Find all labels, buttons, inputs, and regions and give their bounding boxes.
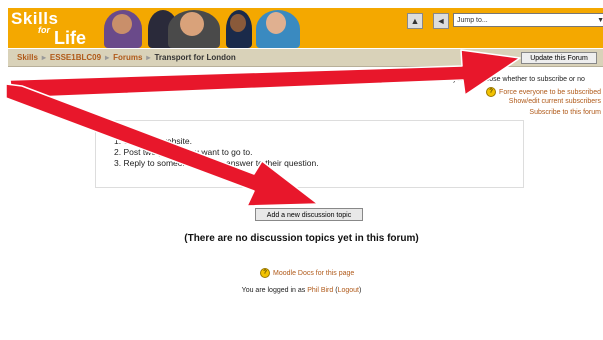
no-topics-message: (There are no discussion topics yet in t…	[184, 233, 419, 244]
instruction-item: 1. Open the website.	[114, 136, 192, 146]
user-link[interactable]: Phil Bird	[307, 287, 333, 294]
show-edit-subscribers-link[interactable]: Show/edit current subscribers	[509, 98, 601, 105]
subscribe-link[interactable]: Subscribe to this forum	[529, 109, 601, 116]
force-subscribe-label: Force everyone to be subscribed	[499, 88, 601, 96]
force-subscribe-link[interactable]: ? Force everyone to be subscribed	[486, 87, 601, 97]
chevron-down-icon: ▼	[597, 17, 603, 24]
login-prefix: You are logged in as	[241, 287, 306, 294]
subscription-info: This forum allows everyone to choose whe…	[383, 76, 585, 83]
skills-for-life-logo[interactable]: Skills for Life	[8, 8, 98, 48]
forum-intro: 1. Open the website. 2. Post two places …	[95, 120, 524, 188]
login-info: You are logged in as Phil Bird (Logout)	[241, 287, 362, 294]
breadcrumb-forums[interactable]: Forums	[113, 53, 142, 62]
logo-for: for	[38, 25, 50, 35]
moodle-docs-label: Moodle Docs for this page	[273, 269, 355, 277]
site-header: Skills for Life ▲ ◄ Jump to... ▼	[8, 8, 603, 48]
breadcrumb-course[interactable]: ESSE1BLC09	[50, 53, 101, 62]
breadcrumb-skills[interactable]: Skills	[17, 53, 38, 62]
navbar: Skills ▸ ESSE1BLC09 ▸ Forums ▸ Transport for L…	[8, 49, 603, 67]
breadcrumb: Skills ▸ ESSE1BLC09 ▸ Forums ▸ Transport for L…	[17, 53, 236, 62]
jump-to-select[interactable]: Jump to... ▼	[453, 13, 603, 27]
help-icon[interactable]: ?	[486, 87, 497, 97]
instruction-item: 2. Post two places you want to go to.	[114, 147, 253, 157]
breadcrumb-current: Transport for London	[154, 53, 236, 62]
instruction-item: 3. Reply to someone with the answer to t…	[114, 158, 319, 168]
jump-to-label: Jump to...	[457, 17, 488, 24]
add-discussion-topic-button[interactable]: Add a new discussion topic	[255, 208, 363, 221]
logout-link[interactable]: Logout	[338, 287, 359, 294]
logo-skills: Skills	[11, 9, 59, 28]
instruction-list: 1. Open the website. 2. Post two places …	[114, 136, 319, 169]
breadcrumb-separator: ▸	[105, 53, 110, 62]
help-icon: ?	[260, 268, 270, 278]
breadcrumb-separator: ▸	[146, 53, 151, 62]
moodle-docs-link[interactable]: ? Moodle Docs for this page	[260, 268, 354, 278]
nav-prev-icon[interactable]: ◄	[433, 13, 449, 29]
update-forum-button[interactable]: Update this Forum	[521, 52, 597, 64]
breadcrumb-separator: ▸	[41, 53, 46, 62]
nav-up-icon[interactable]: ▲	[407, 13, 423, 29]
logo-life: Life	[54, 28, 87, 48]
